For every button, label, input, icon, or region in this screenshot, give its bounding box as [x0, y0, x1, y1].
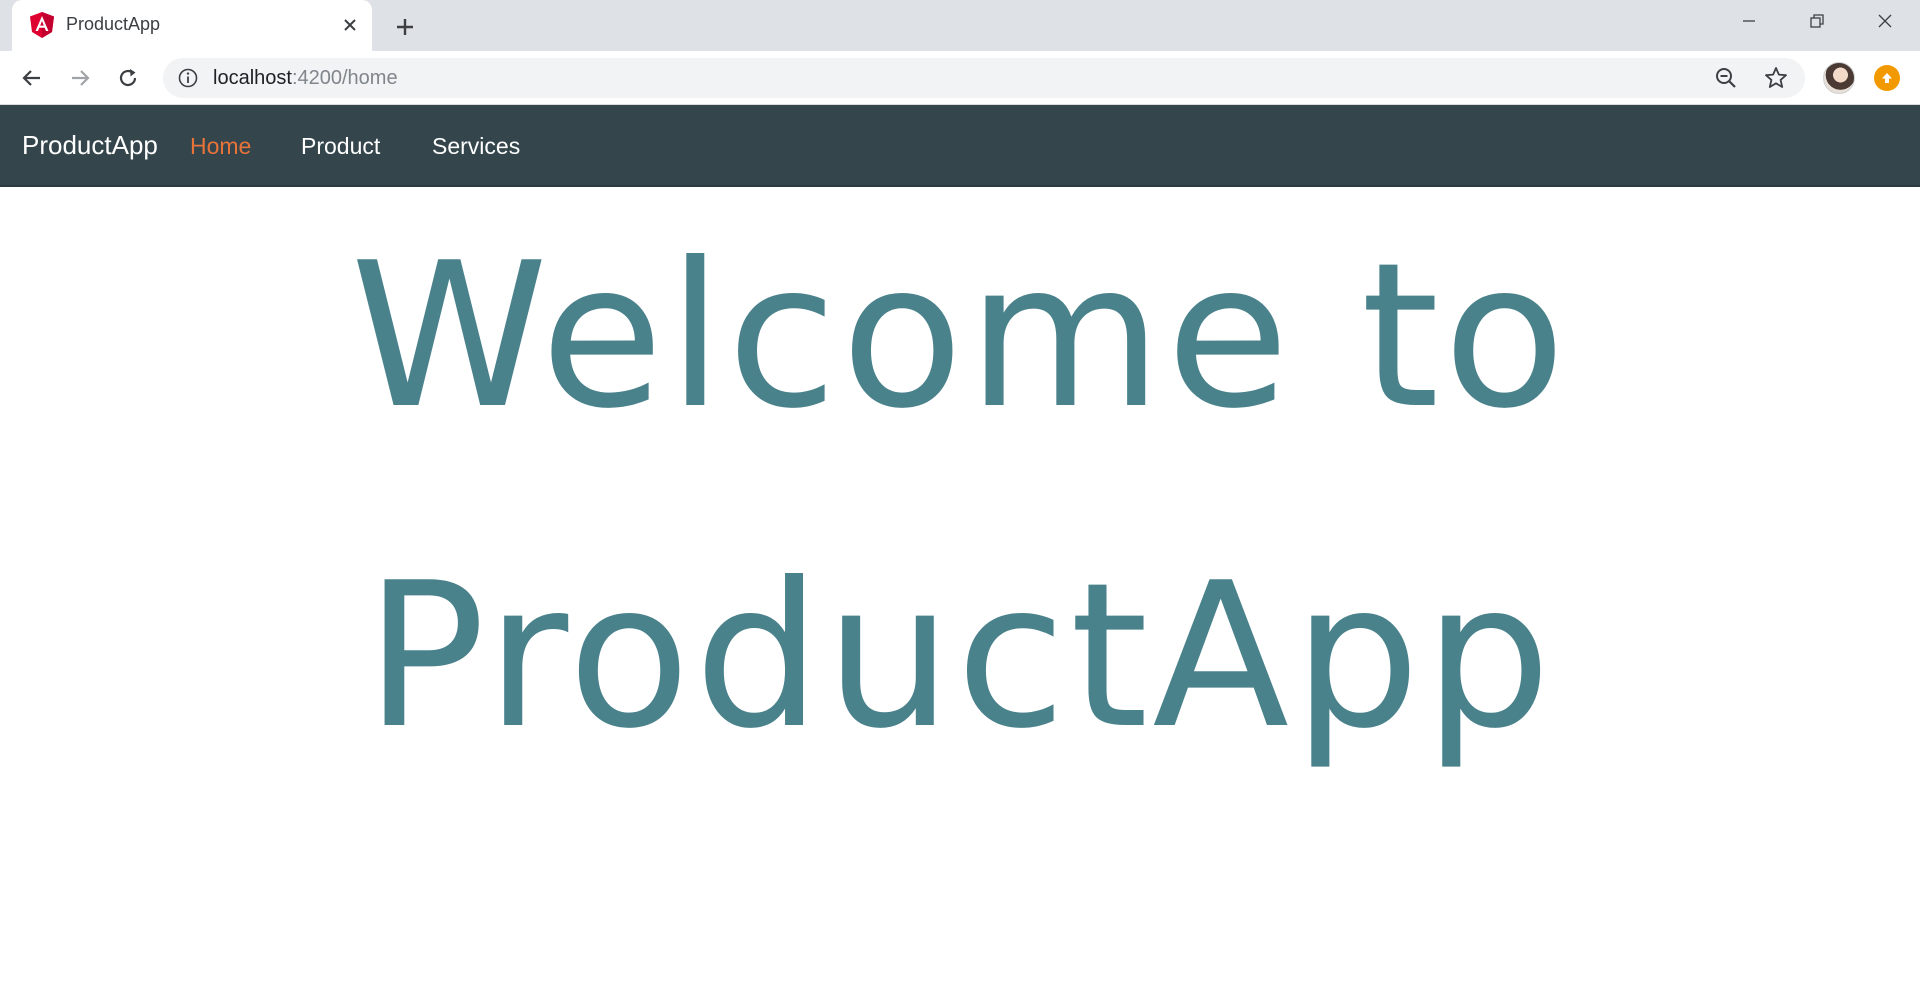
browser-tab[interactable]: ProductApp	[12, 0, 372, 51]
tab-close-icon[interactable]	[338, 13, 362, 37]
minimize-icon[interactable]	[1726, 6, 1772, 36]
angular-logo-icon	[30, 12, 54, 38]
navbar-brand[interactable]: ProductApp	[22, 130, 158, 161]
new-tab-plus-icon[interactable]	[390, 12, 420, 42]
nav-link-product[interactable]: Product	[301, 133, 380, 160]
reload-icon[interactable]	[112, 62, 144, 94]
restore-icon[interactable]	[1794, 6, 1840, 36]
main-content: Welcome to ProductApp	[0, 187, 1920, 1004]
back-arrow-icon[interactable]	[16, 62, 48, 94]
welcome-heading-line2: ProductApp	[364, 540, 1556, 773]
welcome-heading-line1: Welcome to	[350, 220, 1570, 453]
url-host: localhost	[213, 67, 292, 89]
profile-avatar[interactable]	[1823, 62, 1855, 94]
address-bar[interactable]: localhost:4200/home	[163, 58, 1805, 98]
tab-title: ProductApp	[66, 14, 161, 34]
address-url[interactable]: localhost:4200/home	[213, 67, 398, 90]
app-navbar: ProductApp Home Product Services	[0, 105, 1920, 187]
close-window-icon[interactable]	[1862, 6, 1908, 36]
bookmark-star-icon[interactable]	[1763, 65, 1789, 91]
update-arrow-icon[interactable]	[1874, 65, 1900, 91]
nav-link-home[interactable]: Home	[190, 133, 251, 160]
zoom-out-icon[interactable]	[1713, 65, 1739, 91]
nav-link-services[interactable]: Services	[432, 133, 520, 160]
browser-toolbar: localhost:4200/home	[0, 51, 1920, 105]
site-info-icon[interactable]	[177, 67, 199, 89]
browser-tabstrip: ProductApp	[0, 0, 1920, 51]
url-path: :4200/home	[291, 67, 398, 89]
forward-arrow-icon[interactable]	[64, 62, 96, 94]
